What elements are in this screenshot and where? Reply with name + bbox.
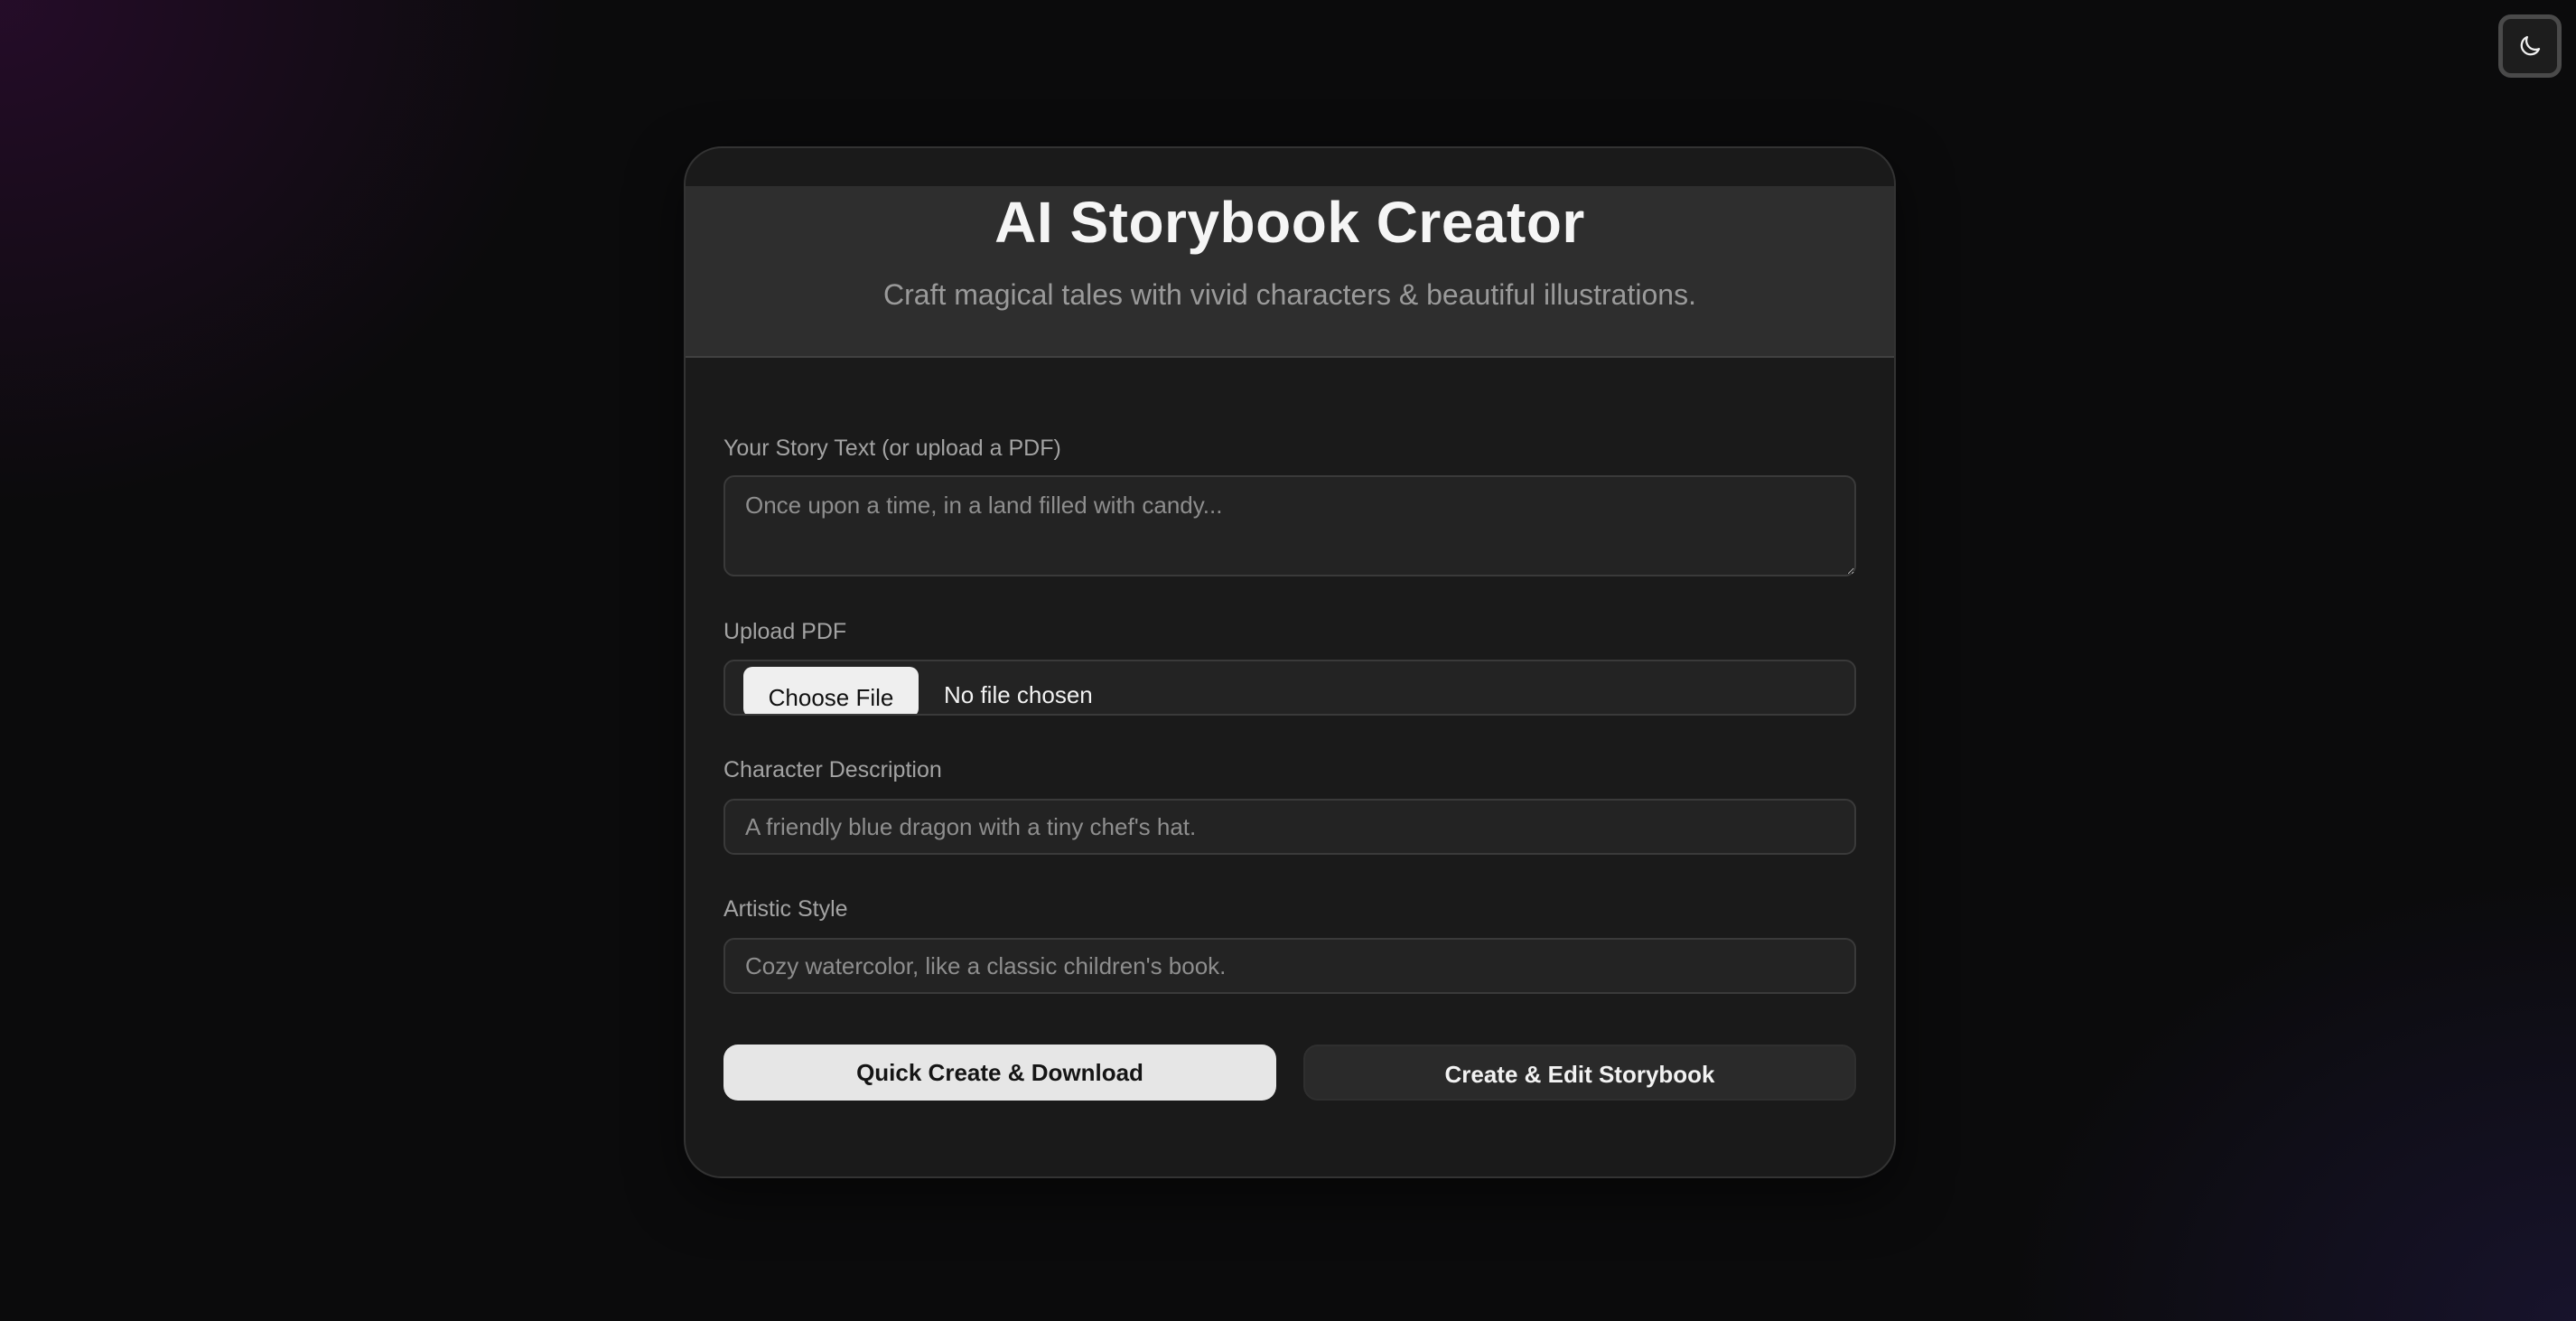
create-edit-storybook-button[interactable]: Create & Edit Storybook [1303, 1045, 1856, 1101]
page-subtitle: Craft magical tales with vivid character… [883, 278, 1696, 311]
choose-file-button[interactable]: Choose File [743, 667, 919, 714]
moon-icon [2520, 35, 2541, 56]
artistic-style-input[interactable] [723, 938, 1856, 994]
theme-toggle-button[interactable] [2498, 14, 2562, 78]
character-description-input[interactable] [723, 799, 1856, 855]
quick-create-download-button[interactable]: Quick Create & Download [723, 1045, 1276, 1101]
upload-pdf-label: Upload PDF [723, 619, 847, 644]
storybook-form-card: AI Storybook Creator Craft magical tales… [684, 146, 1896, 1178]
character-description-label: Character Description [723, 757, 942, 782]
card-header: AI Storybook Creator Craft magical tales… [686, 186, 1894, 358]
story-text-label: Your Story Text (or upload a PDF) [723, 436, 1061, 461]
story-text-area[interactable] [723, 475, 1856, 576]
pdf-file-input[interactable]: Choose File No file chosen [723, 660, 1856, 716]
file-status-text: No file chosen [944, 681, 1093, 708]
page-title: AI Storybook Creator [994, 190, 1585, 255]
artistic-style-label: Artistic Style [723, 896, 848, 922]
